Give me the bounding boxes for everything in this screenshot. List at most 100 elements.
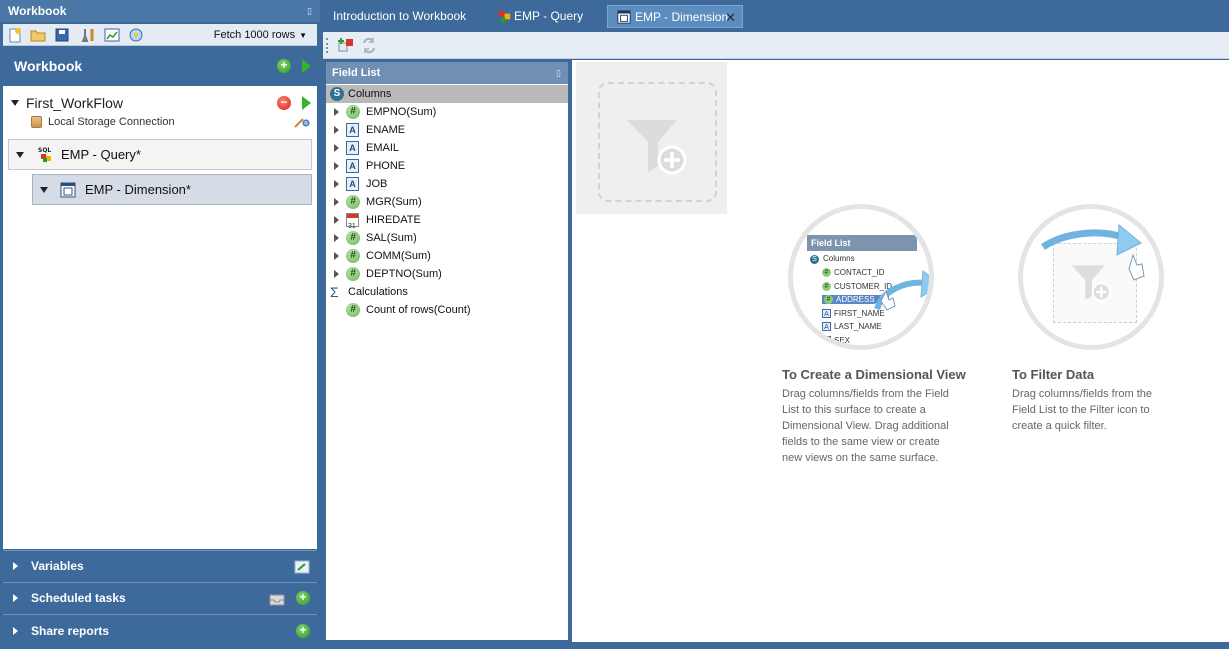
field-label: JOB: [366, 178, 388, 190]
field-label: PHONE: [366, 160, 406, 172]
dimension-view-icon: [60, 182, 76, 198]
expand-icon[interactable]: [334, 198, 339, 206]
list-item-field[interactable]: # MGR(Sum): [326, 193, 568, 211]
list-item-field[interactable]: # COMM(Sum): [326, 247, 568, 265]
chevron-down-icon: ▼: [299, 31, 307, 40]
expand-icon[interactable]: [334, 126, 339, 134]
edit-connection-icon[interactable]: [293, 117, 311, 129]
create-view-illustration: Field List S Columns # CONTACT_ID # CUSTOMER…: [788, 204, 934, 350]
expand-icon[interactable]: [334, 252, 339, 260]
dimension-view-icon: [617, 10, 631, 24]
collapse-icon[interactable]: [16, 152, 24, 158]
pin-icon[interactable]: ▯: [307, 0, 312, 22]
section-variables[interactable]: Variables: [3, 550, 317, 581]
filter-data-line: Field List to the Filter icon to: [1012, 404, 1150, 416]
expand-icon[interactable]: [334, 270, 339, 278]
field-label: COMM(Sum): [366, 250, 431, 262]
tab-emp-dimension[interactable]: EMP - Dimension ✕: [607, 5, 743, 28]
run-workflow-button[interactable]: [302, 96, 311, 110]
filter-add-icon: [627, 120, 687, 175]
inbox-icon[interactable]: [269, 591, 285, 607]
illustration-panel-title: Field List: [807, 235, 917, 251]
workbook-title: Workbook: [14, 58, 83, 74]
list-item-calculation[interactable]: # Count of rows(Count): [326, 301, 568, 319]
connection-name: Local Storage Connection: [48, 116, 175, 128]
expand-icon[interactable]: [334, 108, 339, 116]
dimension-node-label: EMP - Dimension*: [85, 182, 191, 197]
schema-icon: S: [330, 87, 344, 101]
connections-icon[interactable]: [128, 27, 144, 43]
workbook-tree: First_WorkFlow − Local Storage Connectio…: [3, 86, 317, 549]
list-item-field[interactable]: # SAL(Sum): [326, 229, 568, 247]
section-variables-label: Variables: [31, 559, 84, 573]
section-share-reports-label: Share reports: [31, 624, 110, 638]
filter-data-line: create a quick filter.: [1012, 420, 1107, 432]
workflow-item[interactable]: First_WorkFlow − Local Storage Connectio…: [3, 86, 317, 138]
tools-icon[interactable]: [81, 27, 97, 43]
tree-node-query[interactable]: SQL EMP - Query*: [8, 139, 312, 170]
section-share-reports[interactable]: Share reports +: [3, 614, 317, 647]
add-scheduled-task-button[interactable]: +: [296, 591, 310, 605]
field-list-title: Field List ▯: [326, 62, 568, 84]
field-label: DEPTNO(Sum): [366, 268, 442, 280]
field-label: MGR(Sum): [366, 196, 422, 208]
expand-icon[interactable]: [334, 162, 339, 170]
pin-icon[interactable]: ▯: [556, 62, 561, 84]
tab-introduction[interactable]: Introduction to Workbook: [323, 5, 483, 28]
field-label: EMAIL: [366, 142, 400, 154]
calculations-header-label: Calculations: [348, 286, 408, 298]
number-icon: #: [346, 303, 360, 317]
columns-header-label: Columns: [348, 88, 392, 100]
create-view-line: Drag columns/fields from the Field: [782, 388, 949, 400]
list-item-field[interactable]: 31 HIREDATE: [326, 211, 568, 230]
field-label: SAL(Sum): [366, 232, 417, 244]
list-item-field[interactable]: A EMAIL: [326, 139, 568, 157]
list-item-field[interactable]: A PHONE: [326, 157, 568, 175]
filter-illustration: [1018, 204, 1164, 350]
tab-emp-query-label: EMP - Query: [514, 9, 584, 23]
variables-icon[interactable]: [294, 559, 310, 575]
add-workflow-button[interactable]: +: [277, 59, 291, 73]
number-icon: #: [822, 281, 831, 291]
close-icon[interactable]: ✕: [725, 6, 736, 29]
sql-query-icon: [498, 10, 511, 23]
chart-image-icon[interactable]: [104, 27, 120, 43]
collapse-icon[interactable]: [40, 187, 48, 193]
columns-header[interactable]: S Columns: [326, 85, 568, 103]
add-share-report-button[interactable]: +: [296, 624, 310, 638]
list-item-field[interactable]: # DEPTNO(Sum): [326, 265, 568, 283]
expand-icon[interactable]: [334, 234, 339, 242]
remove-workflow-button[interactable]: −: [277, 96, 291, 110]
fetch-rows-select[interactable]: Fetch 1000 rows ▼: [214, 24, 307, 47]
section-scheduled-tasks[interactable]: Scheduled tasks +: [3, 582, 317, 613]
text-icon: A: [346, 123, 359, 137]
filter-drop-zone[interactable]: [598, 82, 717, 202]
create-view-text: Drag columns/fields from the Field List …: [782, 386, 949, 466]
expand-icon[interactable]: [334, 144, 339, 152]
list-item-field[interactable]: A ENAME: [326, 121, 568, 139]
tab-emp-dimension-label: EMP - Dimension: [635, 10, 729, 24]
calculations-header[interactable]: Σ Calculations: [326, 283, 568, 301]
list-item-field[interactable]: A JOB: [326, 175, 568, 193]
dimension-canvas[interactable]: Field List S Columns # CONTACT_ID # CUSTOMER…: [572, 60, 1229, 642]
save-icon[interactable]: [54, 27, 70, 43]
new-file-icon[interactable]: [7, 27, 23, 43]
create-view-line: Dimensional View. Drag additional: [782, 420, 949, 432]
add-view-icon[interactable]: [337, 37, 355, 54]
bottom-strip: [320, 642, 1229, 649]
filter-panel: [576, 62, 727, 214]
field-list-panel: Field List ▯ S Columns # EMPNO(Sum) A ENAME…: [324, 60, 570, 642]
refresh-icon[interactable]: [361, 37, 377, 54]
filter-data-title: To Filter Data: [1012, 367, 1095, 382]
run-workbook-button[interactable]: [302, 59, 311, 73]
tree-node-dimension[interactable]: EMP - Dimension*: [32, 174, 312, 205]
expand-icon[interactable]: [334, 180, 339, 188]
open-folder-icon[interactable]: [30, 27, 46, 43]
pane-title: Workbook ▯: [0, 0, 320, 22]
tab-emp-query[interactable]: EMP - Query: [488, 5, 604, 28]
expand-icon[interactable]: [334, 216, 339, 224]
collapse-icon[interactable]: [11, 100, 19, 106]
field-label: ENAME: [366, 124, 406, 136]
tab-introduction-label: Introduction to Workbook: [333, 9, 467, 23]
list-item-field[interactable]: # EMPNO(Sum): [326, 103, 568, 121]
